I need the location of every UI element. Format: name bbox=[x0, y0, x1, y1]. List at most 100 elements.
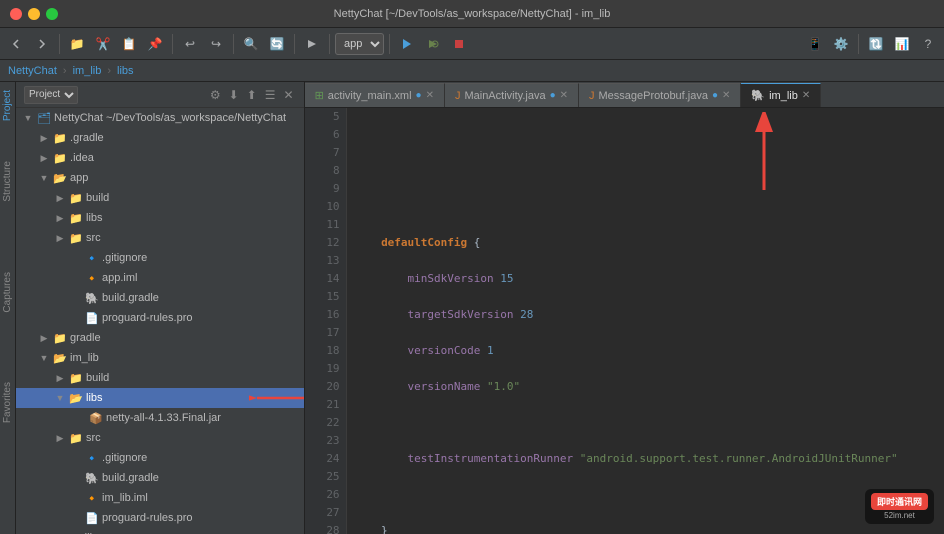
tree-item-netty-jar[interactable]: ▶ 📦 netty-all-4.1.33.Final.jar bbox=[16, 408, 304, 428]
tree-item-idea[interactable]: ▶ 📁 .idea bbox=[16, 148, 304, 168]
captures-tab[interactable]: Captures bbox=[0, 268, 15, 317]
tab-label: MainActivity.java bbox=[464, 90, 545, 102]
badge-url: 52im.net bbox=[884, 511, 915, 520]
tree-item-app-iml[interactable]: ▶ 🔸 app.iml bbox=[16, 268, 304, 288]
tree-label: .idea bbox=[70, 152, 94, 164]
tab-messageprotobuf[interactable]: J MessageProtobuf.java ● ✕ bbox=[579, 83, 741, 107]
path-toolbar: NettyChat › im_lib › libs bbox=[0, 60, 944, 82]
close-button[interactable] bbox=[10, 8, 22, 20]
sync-button[interactable]: 🔃 bbox=[864, 32, 888, 56]
tree-label: im_lib bbox=[70, 352, 99, 364]
debug-button[interactable] bbox=[421, 32, 445, 56]
profile-button[interactable]: 📊 bbox=[890, 32, 914, 56]
titlebar: NettyChat [~/DevTools/as_workspace/Netty… bbox=[0, 0, 944, 28]
tree-label: NettyChat ~/DevTools/as_workspace/NettyC… bbox=[54, 112, 286, 124]
redo-button[interactable]: ↪ bbox=[204, 32, 228, 56]
tree-label: app.iml bbox=[102, 272, 137, 284]
tree-item-app-src[interactable]: ▶ 📁 src bbox=[16, 228, 304, 248]
tree-item-imlib-gitignore[interactable]: ▶ 🔹 .gitignore bbox=[16, 448, 304, 468]
sdk-button[interactable]: ⚙️ bbox=[829, 32, 853, 56]
maximize-button[interactable] bbox=[46, 8, 58, 20]
tree-item-app-libs[interactable]: ▶ 📁 libs bbox=[16, 208, 304, 228]
tab-icon: J bbox=[455, 90, 461, 102]
settings-icon[interactable]: ⚙ bbox=[208, 87, 223, 103]
tree-item-gradle-root[interactable]: ▶ 📁 .gradle bbox=[16, 128, 304, 148]
tree-item-root[interactable]: ▼ 🗂 NettyChat ~/DevTools/as_workspace/Ne… bbox=[16, 108, 304, 128]
code-text[interactable]: defaultConfig { minSdkVersion 15 targetS… bbox=[347, 108, 944, 534]
tree-label: libs bbox=[86, 212, 103, 224]
line-numbers: 5 6 7 8 9 10 11 12 13 14 15 16 17 18 19 … bbox=[305, 108, 347, 534]
tree-item-gradle[interactable]: ▶ 📁 gradle bbox=[16, 328, 304, 348]
tree-item-imlib-libs[interactable]: ▼ 📂 libs bbox=[16, 388, 304, 408]
expand-arrow: ▼ bbox=[36, 353, 52, 363]
tab-close-button[interactable]: ✕ bbox=[426, 90, 434, 101]
close-panel-icon[interactable]: ✕ bbox=[282, 87, 296, 103]
folder-icon: 📁 bbox=[68, 232, 84, 245]
code-line-6 bbox=[355, 162, 944, 180]
project-view-selector[interactable]: Project bbox=[24, 86, 78, 104]
tab-close-button[interactable]: ✕ bbox=[802, 90, 810, 101]
stop-button[interactable] bbox=[447, 32, 471, 56]
tree-item-app-gitignore[interactable]: ▶ 🔹 .gitignore bbox=[16, 248, 304, 268]
code-line-9: minSdkVersion 15 bbox=[355, 270, 944, 288]
tree-label: app bbox=[70, 172, 88, 184]
paste-button[interactable]: 📌 bbox=[143, 32, 167, 56]
replace-button[interactable]: 🔄 bbox=[265, 32, 289, 56]
tab-close-button[interactable]: ✕ bbox=[560, 90, 568, 101]
project-tab[interactable]: Project bbox=[0, 86, 15, 125]
tree-label: proguard-rules.pro bbox=[102, 312, 193, 324]
back-button[interactable] bbox=[4, 32, 28, 56]
code-line-15 bbox=[355, 486, 944, 504]
tree-item-mylibrary[interactable]: ▶ 📁 mylibrary bbox=[16, 528, 304, 534]
tree-item-imlib-src[interactable]: ▶ 📁 src bbox=[16, 428, 304, 448]
code-line-11: versionCode 1 bbox=[355, 342, 944, 360]
code-editor[interactable]: 5 6 7 8 9 10 11 12 13 14 15 16 17 18 19 … bbox=[305, 108, 944, 534]
tab-activity-main-xml[interactable]: ⊞ activity_main.xml ● ✕ bbox=[305, 83, 445, 107]
help-button[interactable]: ? bbox=[916, 32, 940, 56]
code-line-14: testInstrumentationRunner "android.suppo… bbox=[355, 450, 944, 468]
project-name[interactable]: NettyChat bbox=[8, 65, 57, 77]
build-button[interactable] bbox=[300, 32, 324, 56]
forward-button[interactable] bbox=[30, 32, 54, 56]
folder-icon: 📁 bbox=[52, 152, 68, 165]
tab-imlib[interactable]: 🐘 im_lib ✕ bbox=[741, 83, 821, 107]
tree-item-imlib-buildgradle[interactable]: ▶ 🐘 build.gradle bbox=[16, 468, 304, 488]
minimize-button[interactable] bbox=[28, 8, 40, 20]
expand-all-icon[interactable]: ⬇ bbox=[227, 87, 241, 103]
app-selector[interactable]: app bbox=[335, 33, 384, 55]
folder-name[interactable]: libs bbox=[117, 65, 134, 77]
tab-mainactivity[interactable]: J MainActivity.java ● ✕ bbox=[445, 83, 579, 107]
tree-item-app-proguard[interactable]: ▶ 📄 proguard-rules.pro bbox=[16, 308, 304, 328]
avd-button[interactable]: 📱 bbox=[803, 32, 827, 56]
cut-button[interactable]: ✂️ bbox=[91, 32, 115, 56]
code-line-8: defaultConfig { bbox=[355, 234, 944, 252]
undo-button[interactable]: ↩ bbox=[178, 32, 202, 56]
favorites-tab[interactable]: Favorites bbox=[0, 378, 15, 427]
tree-item-app-build[interactable]: ▶ 📁 build bbox=[16, 188, 304, 208]
module-name[interactable]: im_lib bbox=[73, 65, 102, 77]
file-tree[interactable]: ▼ 🗂 NettyChat ~/DevTools/as_workspace/Ne… bbox=[16, 108, 304, 534]
file-icon: 🔹 bbox=[84, 252, 100, 265]
code-line-13 bbox=[355, 414, 944, 432]
tree-item-imlib-proguard[interactable]: ▶ 📄 proguard-rules.pro bbox=[16, 508, 304, 528]
tree-item-app-buildgradle[interactable]: ▶ 🐘 build.gradle bbox=[16, 288, 304, 308]
tab-modified-indicator: ● bbox=[712, 90, 718, 101]
tree-item-imlib[interactable]: ▼ 📂 im_lib bbox=[16, 348, 304, 368]
tree-item-imlib-iml[interactable]: ▶ 🔸 im_lib.iml bbox=[16, 488, 304, 508]
tree-label: build.gradle bbox=[102, 472, 159, 484]
tree-label: build.gradle bbox=[102, 292, 159, 304]
search-button[interactable]: 🔍 bbox=[239, 32, 263, 56]
no-arrow: ▶ bbox=[68, 273, 84, 284]
folder-button[interactable]: 📁 bbox=[65, 32, 89, 56]
tab-close-button[interactable]: ✕ bbox=[722, 90, 730, 101]
copy-button[interactable]: 📋 bbox=[117, 32, 141, 56]
window-controls[interactable] bbox=[10, 8, 58, 20]
no-arrow: ▶ bbox=[68, 473, 84, 484]
tree-item-app[interactable]: ▼ 📂 app bbox=[16, 168, 304, 188]
expand-arrow: ▶ bbox=[36, 133, 52, 144]
panel-settings-icon[interactable]: ☰ bbox=[263, 87, 278, 103]
tree-item-imlib-build[interactable]: ▶ 📁 build bbox=[16, 368, 304, 388]
run-button[interactable] bbox=[395, 32, 419, 56]
structure-tab[interactable]: Structure bbox=[0, 157, 15, 206]
collapse-all-icon[interactable]: ⬆ bbox=[245, 87, 259, 103]
